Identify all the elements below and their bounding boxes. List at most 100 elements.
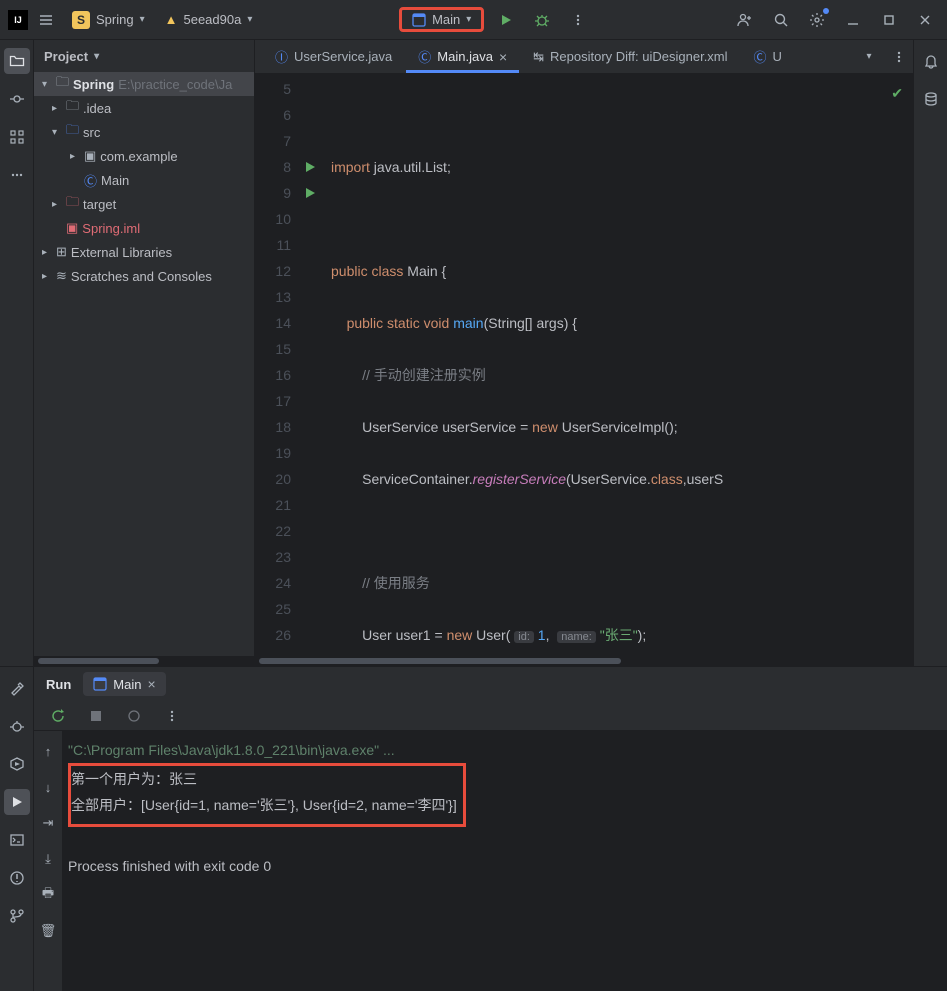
vcs-tool-button[interactable]: [4, 903, 30, 929]
chevron-down-icon: ▾: [52, 127, 62, 138]
project-tree: ▾ 🗀 Spring E:\practice_code\Ja ▸ 🗀 .idea…: [34, 72, 254, 656]
chevron-down-icon: ▾: [247, 14, 252, 25]
person-add-icon: [737, 12, 753, 28]
application-icon: [93, 677, 107, 691]
kebab-icon: [165, 709, 179, 723]
scroll-to-end-button[interactable]: ⤓: [34, 845, 62, 873]
run-button[interactable]: [492, 6, 520, 34]
editor-tabs: Ⓘ UserService.java Ⓒ Main.java × ↹ Repos…: [255, 40, 913, 74]
run-gutter-icon[interactable]: [299, 180, 321, 206]
settings-button[interactable]: [803, 6, 831, 34]
run-body: ↑ ↓ ⇥ ⤓ 🖶 🗑 "C:\Program Files\Java\jdk1.…: [34, 731, 947, 991]
horizontal-scrollbar[interactable]: [34, 656, 254, 666]
editor-horizontal-scrollbar[interactable]: [255, 656, 913, 666]
code-content[interactable]: import java.util.List; public class Main…: [321, 74, 913, 656]
code-line: ServiceContainer.registerService(UserSer…: [331, 466, 913, 492]
commit-tool-button[interactable]: [4, 86, 30, 112]
search-button[interactable]: [767, 6, 795, 34]
debug-button[interactable]: [528, 6, 556, 34]
down-button[interactable]: ↓: [34, 773, 62, 801]
run-config-name: Main: [432, 12, 460, 27]
kebab-icon: [892, 50, 906, 64]
update-indicator: [823, 8, 829, 14]
project-selector[interactable]: S Spring ▾: [64, 8, 153, 32]
console-output[interactable]: "C:\Program Files\Java\jdk1.8.0_221\bin\…: [62, 731, 947, 991]
stop-button[interactable]: [82, 702, 110, 730]
tree-package[interactable]: ▸ ▣ com.example: [34, 144, 254, 168]
run-gutter-icon[interactable]: [299, 154, 321, 180]
clear-button[interactable]: 🗑: [34, 917, 62, 945]
more-tools-button[interactable]: [4, 162, 30, 188]
chevron-down-icon: ▾: [866, 51, 871, 62]
run-tab-main[interactable]: Main ×: [83, 672, 165, 696]
tab-userservice[interactable]: Ⓘ UserService.java: [263, 40, 404, 73]
library-icon: ⊞: [56, 244, 67, 260]
tab-overflow[interactable]: Ⓒ U: [742, 40, 794, 73]
problems-tool-button[interactable]: [4, 865, 30, 891]
maximize-button[interactable]: [875, 6, 903, 34]
up-button[interactable]: ↑: [34, 737, 62, 765]
notifications-button[interactable]: [918, 48, 944, 74]
tab-main[interactable]: Ⓒ Main.java ×: [406, 40, 519, 73]
panel-header[interactable]: Project ▾: [34, 40, 254, 72]
main-area: Project ▾ ▾ 🗀 Spring E:\practice_code\Ja…: [0, 40, 947, 666]
run-title: Run: [46, 677, 71, 692]
ellipsis-icon: [9, 167, 25, 183]
rerun-button[interactable]: [44, 702, 72, 730]
close-button[interactable]: [911, 6, 939, 34]
tree-class-main[interactable]: Ⓒ Main: [34, 168, 254, 192]
tab-diff[interactable]: ↹ Repository Diff: uiDesigner.xml: [521, 40, 739, 73]
more-actions-button[interactable]: [564, 6, 592, 34]
tree-root[interactable]: ▾ 🗀 Spring E:\practice_code\Ja: [34, 72, 254, 96]
kebab-icon: [571, 13, 585, 27]
code-editor[interactable]: ✔ 56789101112131415161718192021222324252…: [255, 74, 913, 656]
layout-button[interactable]: [120, 702, 148, 730]
tree-label: com.example: [100, 149, 177, 164]
tabs-dropdown-button[interactable]: ▾: [855, 43, 883, 71]
rerun-icon: [51, 709, 65, 723]
scrollbar-thumb[interactable]: [38, 658, 159, 664]
debug-tool-button[interactable]: [4, 713, 30, 739]
hamburger-icon: [38, 12, 54, 28]
database-button[interactable]: [918, 86, 944, 112]
chevron-right-icon: ▸: [52, 199, 62, 210]
minimize-button[interactable]: [839, 6, 867, 34]
terminal-icon: [9, 832, 25, 848]
scrollbar-thumb[interactable]: [259, 658, 621, 664]
vcs-selector[interactable]: ▲ 5eead90a ▾: [157, 9, 261, 30]
tree-scratches[interactable]: ▸ ≋ Scratches and Consoles: [34, 264, 254, 288]
build-tool-button[interactable]: [4, 675, 30, 701]
warning-icon: ▲: [165, 12, 178, 27]
structure-tool-button[interactable]: [4, 124, 30, 150]
soft-wrap-button[interactable]: ⇥: [34, 809, 62, 837]
services-tool-button[interactable]: [4, 751, 30, 777]
file-icon: ▣: [66, 220, 78, 236]
close-run-tab-button[interactable]: ×: [147, 676, 155, 692]
close-tab-button[interactable]: ×: [499, 49, 507, 65]
tree-path: E:\practice_code\Ja: [118, 77, 232, 92]
maximize-icon: [882, 13, 896, 27]
tree-external-libraries[interactable]: ▸ ⊞ External Libraries: [34, 240, 254, 264]
project-tool-button[interactable]: [4, 48, 30, 74]
line-numbers: 567891011121314151617181920212223242526: [255, 74, 299, 656]
print-button[interactable]: 🖶: [34, 881, 62, 909]
gear-icon: [809, 12, 825, 28]
highlighted-output: 第一个用户为：张三 全部用户：[User{id=1, name='张三'}, U…: [68, 763, 466, 827]
tree-file-iml[interactable]: ▣ Spring.iml: [34, 216, 254, 240]
terminal-tool-button[interactable]: [4, 827, 30, 853]
database-icon: [923, 91, 939, 107]
structure-icon: [9, 129, 25, 145]
run-tool-button[interactable]: [4, 789, 30, 815]
tree-label: Main: [101, 173, 129, 188]
console-side-toolbar: ↑ ↓ ⇥ ⤓ 🖶 🗑: [34, 731, 62, 991]
chevron-down-icon: ▾: [94, 51, 99, 62]
tree-label: Spring: [73, 77, 114, 92]
tree-folder-target[interactable]: ▸ 🗀 target: [34, 192, 254, 216]
tree-folder-src[interactable]: ▾ 🗀 src: [34, 120, 254, 144]
code-with-me-button[interactable]: [731, 6, 759, 34]
more-button[interactable]: [158, 702, 186, 730]
menu-button[interactable]: [32, 6, 60, 34]
tabs-more-button[interactable]: [885, 43, 913, 71]
tree-folder-idea[interactable]: ▸ 🗀 .idea: [34, 96, 254, 120]
run-config-selector[interactable]: Main ▾: [399, 7, 484, 32]
